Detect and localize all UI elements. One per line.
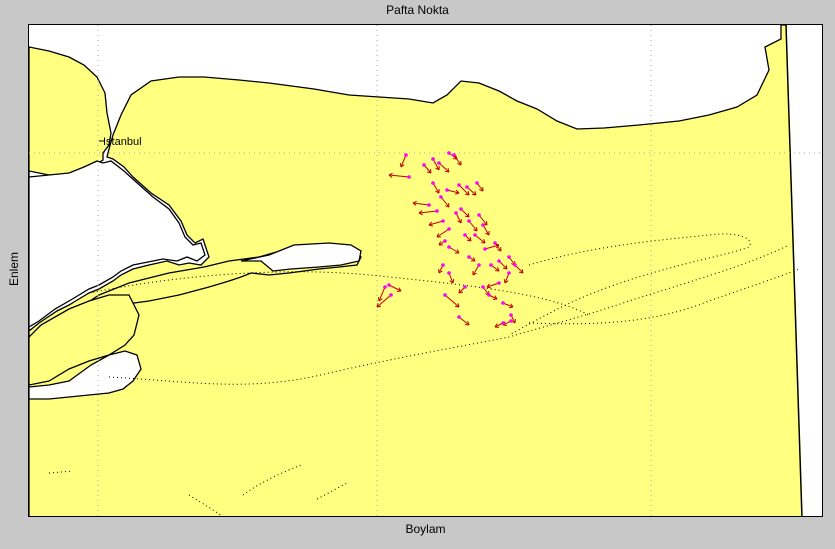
station-point: [404, 153, 408, 157]
station-point: [497, 259, 501, 263]
station-point: [435, 209, 439, 213]
station-point: [431, 157, 435, 161]
map-title: Pafta Nokta: [386, 3, 449, 17]
land-area: [29, 25, 822, 516]
station-point: [443, 239, 447, 243]
x-axis-label: Boylam: [405, 522, 446, 536]
place-label-istanbul: Istanbul: [103, 136, 142, 148]
station-point: [389, 293, 393, 297]
map-plot-area: Istanbul: [28, 24, 823, 517]
station-point: [452, 153, 456, 157]
station-point: [467, 255, 471, 259]
station-point: [467, 219, 471, 223]
station-point: [465, 185, 469, 189]
station-point: [441, 263, 445, 267]
station-point: [447, 245, 451, 249]
station-point: [422, 163, 426, 167]
station-point: [443, 293, 447, 297]
station-point: [507, 271, 511, 275]
station-point: [507, 255, 511, 259]
station-point: [477, 263, 481, 267]
station-point: [445, 188, 449, 192]
station-point: [501, 321, 505, 325]
station-point: [487, 293, 491, 297]
station-point: [447, 271, 451, 275]
station-point: [463, 233, 467, 237]
station-point: [481, 223, 485, 227]
station-point: [437, 161, 441, 165]
station-point: [459, 207, 463, 211]
station-point: [431, 181, 435, 185]
station-point: [457, 315, 461, 319]
station-point: [509, 313, 513, 317]
station-point: [493, 241, 497, 245]
station-point: [427, 203, 431, 207]
station-point: [387, 283, 391, 287]
station-point: [454, 211, 458, 215]
station-point: [473, 233, 477, 237]
station-point: [489, 263, 493, 267]
station-point: [457, 183, 461, 187]
station-point: [447, 151, 451, 155]
station-point: [509, 319, 513, 323]
station-point: [513, 263, 517, 267]
istanbul-marker: Istanbul: [99, 136, 142, 148]
station-point: [481, 285, 485, 289]
station-point: [477, 213, 481, 217]
station-point: [501, 301, 505, 305]
station-point: [463, 285, 467, 289]
station-point: [383, 285, 387, 289]
station-point: [439, 195, 443, 199]
station-point: [447, 227, 451, 231]
station-point: [497, 281, 501, 285]
station-point: [475, 181, 479, 185]
station-point: [441, 219, 445, 223]
station-point: [483, 247, 487, 251]
station-point: [407, 175, 411, 179]
y-axis-label: Enlem: [7, 252, 21, 287]
